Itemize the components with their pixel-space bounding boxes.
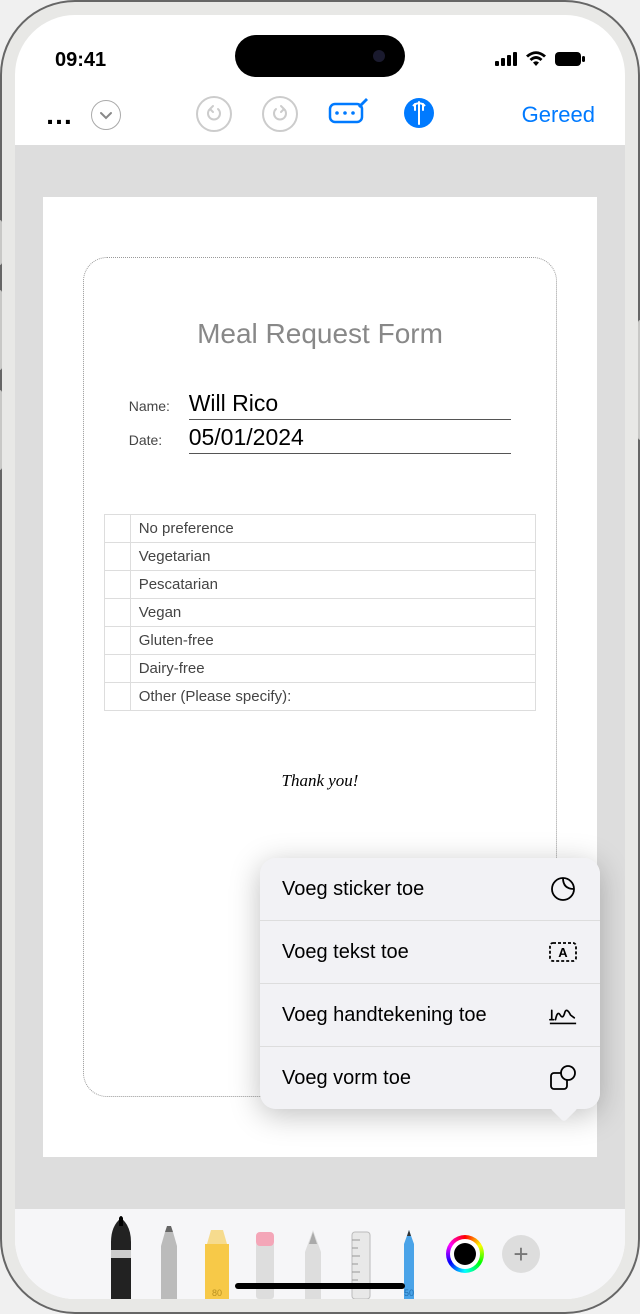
more-button[interactable]: …	[35, 91, 83, 139]
add-popover: Voeg sticker toe Voeg tekst toe A Voeg h…	[260, 858, 600, 1109]
table-row: Pescatarian	[105, 571, 536, 599]
wifi-icon	[525, 49, 547, 72]
markup-mode-button[interactable]	[402, 96, 436, 135]
options-table: No preference Vegetarian Pescatarian Veg…	[104, 514, 537, 711]
svg-text:A: A	[558, 945, 568, 960]
thanks-text: Thank you!	[104, 771, 537, 791]
date-label: Date:	[129, 432, 179, 448]
add-signature-button[interactable]: Voeg handtekening toe	[260, 984, 600, 1047]
pen-tool[interactable]	[100, 1214, 142, 1299]
sticker-icon	[548, 876, 578, 902]
markup-toolbar: … Gereed	[15, 85, 625, 145]
text-icon: A	[548, 939, 578, 965]
shape-icon	[548, 1065, 578, 1091]
name-label: Name:	[129, 398, 179, 414]
table-row: Gluten-free	[105, 627, 536, 655]
home-indicator[interactable]	[235, 1283, 405, 1289]
add-sticker-button[interactable]: Voeg sticker toe	[260, 858, 600, 921]
svg-text:80: 80	[212, 1288, 222, 1298]
table-row: Vegan	[105, 599, 536, 627]
add-text-button[interactable]: Voeg tekst toe A	[260, 921, 600, 984]
collapse-button[interactable]	[91, 100, 121, 130]
table-row: Vegetarian	[105, 543, 536, 571]
highlighter-tool[interactable]: 80	[196, 1224, 238, 1299]
table-row: Other (Please specify):	[105, 683, 536, 710]
redo-button[interactable]	[262, 96, 298, 132]
form-title: Meal Request Form	[104, 318, 537, 350]
autofill-button[interactable]	[328, 96, 372, 135]
undo-button[interactable]	[196, 96, 232, 132]
marker-tool[interactable]	[148, 1224, 190, 1299]
add-shape-button[interactable]: Voeg vorm toe	[260, 1047, 600, 1109]
name-value: Will Rico	[189, 390, 512, 420]
status-time: 09:41	[55, 49, 106, 72]
table-row: No preference	[105, 515, 536, 543]
done-button[interactable]: Gereed	[512, 102, 605, 128]
color-picker[interactable]	[446, 1235, 484, 1273]
table-row: Dairy-free	[105, 655, 536, 683]
signature-icon	[548, 1002, 578, 1028]
date-value: 05/01/2024	[189, 424, 512, 454]
battery-icon	[555, 49, 585, 72]
cellular-icon	[495, 49, 517, 72]
add-button[interactable]: +	[502, 1235, 540, 1273]
svg-text:50: 50	[404, 1288, 414, 1298]
document-area[interactable]: Meal Request Form Name: Will Rico Date: …	[15, 145, 625, 1209]
